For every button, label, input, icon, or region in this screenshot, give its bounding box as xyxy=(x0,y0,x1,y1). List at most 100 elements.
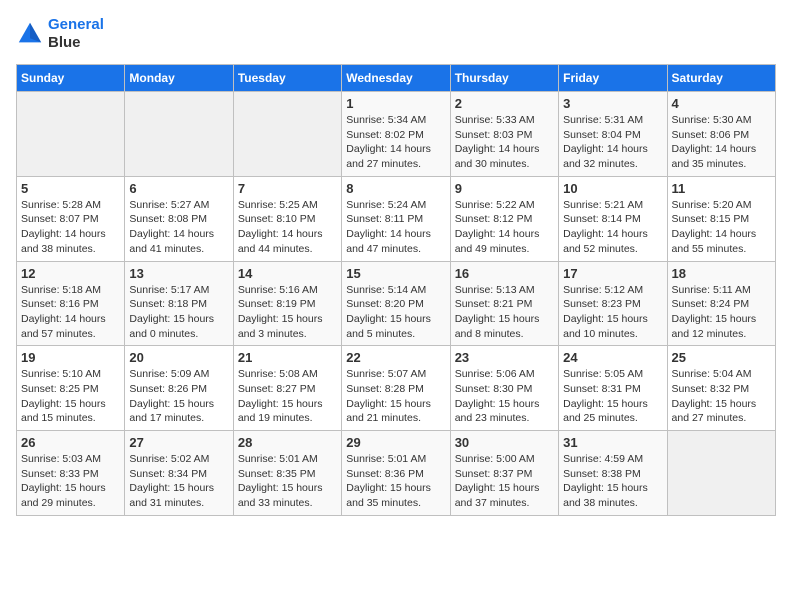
day-info: Sunrise: 5:04 AM Sunset: 8:32 PM Dayligh… xyxy=(672,367,771,426)
day-number: 3 xyxy=(563,96,662,111)
day-info: Sunrise: 5:33 AM Sunset: 8:03 PM Dayligh… xyxy=(455,113,554,172)
day-number: 28 xyxy=(238,435,337,450)
day-info: Sunrise: 5:25 AM Sunset: 8:10 PM Dayligh… xyxy=(238,198,337,257)
day-number: 27 xyxy=(129,435,228,450)
day-info: Sunrise: 5:06 AM Sunset: 8:30 PM Dayligh… xyxy=(455,367,554,426)
day-info: Sunrise: 5:07 AM Sunset: 8:28 PM Dayligh… xyxy=(346,367,445,426)
day-number: 19 xyxy=(21,350,120,365)
week-row-1: 1 Sunrise: 5:34 AM Sunset: 8:02 PM Daylig… xyxy=(17,92,776,177)
day-cell: 14 Sunrise: 5:16 AM Sunset: 8:19 PM Dayli… xyxy=(233,261,341,346)
day-info: Sunrise: 5:24 AM Sunset: 8:11 PM Dayligh… xyxy=(346,198,445,257)
page-header: General Blue xyxy=(16,16,776,52)
day-info: Sunrise: 5:17 AM Sunset: 8:18 PM Dayligh… xyxy=(129,283,228,342)
day-info: Sunrise: 5:21 AM Sunset: 8:14 PM Dayligh… xyxy=(563,198,662,257)
day-cell: 13 Sunrise: 5:17 AM Sunset: 8:18 PM Dayli… xyxy=(125,261,233,346)
day-cell: 31 Sunrise: 4:59 AM Sunset: 8:38 PM Dayli… xyxy=(559,431,667,516)
day-cell: 29 Sunrise: 5:01 AM Sunset: 8:36 PM Dayli… xyxy=(342,431,450,516)
week-row-3: 12 Sunrise: 5:18 AM Sunset: 8:16 PM Dayli… xyxy=(17,261,776,346)
day-number: 21 xyxy=(238,350,337,365)
week-row-2: 5Sunrise: 5:28 AM Sunset: 8:07 PM Daylig… xyxy=(17,176,776,261)
day-cell: 2 Sunrise: 5:33 AM Sunset: 8:03 PM Daylig… xyxy=(450,92,558,177)
logo: General Blue xyxy=(16,16,104,52)
day-number: 2 xyxy=(455,96,554,111)
day-info: Sunrise: 5:20 AM Sunset: 8:15 PM Dayligh… xyxy=(672,198,771,257)
day-number: 13 xyxy=(129,266,228,281)
day-number: 18 xyxy=(672,266,771,281)
day-number: 29 xyxy=(346,435,445,450)
week-row-4: 19Sunrise: 5:10 AM Sunset: 8:25 PM Dayli… xyxy=(17,346,776,431)
day-number: 4 xyxy=(672,96,771,111)
day-cell: 18 Sunrise: 5:11 AM Sunset: 8:24 PM Dayli… xyxy=(667,261,775,346)
day-number: 24 xyxy=(563,350,662,365)
day-info: Sunrise: 5:01 AM Sunset: 8:36 PM Dayligh… xyxy=(346,452,445,511)
day-cell: 15Sunrise: 5:14 AM Sunset: 8:20 PM Dayli… xyxy=(342,261,450,346)
day-number: 14 xyxy=(238,266,337,281)
calendar-table: SundayMondayTuesdayWednesdayThursdayFrid… xyxy=(16,64,776,516)
day-number: 7 xyxy=(238,181,337,196)
day-info: Sunrise: 5:03 AM Sunset: 8:33 PM Dayligh… xyxy=(21,452,120,511)
day-cell: 16Sunrise: 5:13 AM Sunset: 8:21 PM Dayli… xyxy=(450,261,558,346)
day-cell: 23 Sunrise: 5:06 AM Sunset: 8:30 PM Dayli… xyxy=(450,346,558,431)
day-info: Sunrise: 5:11 AM Sunset: 8:24 PM Dayligh… xyxy=(672,283,771,342)
day-cell: 19Sunrise: 5:10 AM Sunset: 8:25 PM Dayli… xyxy=(17,346,125,431)
day-number: 12 xyxy=(21,266,120,281)
day-number: 17 xyxy=(563,266,662,281)
day-cell: 9 Sunrise: 5:22 AM Sunset: 8:12 PM Daylig… xyxy=(450,176,558,261)
day-number: 11 xyxy=(672,181,771,196)
day-info: Sunrise: 5:18 AM Sunset: 8:16 PM Dayligh… xyxy=(21,283,120,342)
day-number: 10 xyxy=(563,181,662,196)
day-cell: 24 Sunrise: 5:05 AM Sunset: 8:31 PM Dayli… xyxy=(559,346,667,431)
day-number: 26 xyxy=(21,435,120,450)
day-info: Sunrise: 5:22 AM Sunset: 8:12 PM Dayligh… xyxy=(455,198,554,257)
day-info: Sunrise: 5:27 AM Sunset: 8:08 PM Dayligh… xyxy=(129,198,228,257)
day-cell: 17Sunrise: 5:12 AM Sunset: 8:23 PM Dayli… xyxy=(559,261,667,346)
day-cell: 27 Sunrise: 5:02 AM Sunset: 8:34 PM Dayli… xyxy=(125,431,233,516)
day-number: 20 xyxy=(129,350,228,365)
day-cell: 30Sunrise: 5:00 AM Sunset: 8:37 PM Dayli… xyxy=(450,431,558,516)
day-info: Sunrise: 5:30 AM Sunset: 8:06 PM Dayligh… xyxy=(672,113,771,172)
day-number: 16 xyxy=(455,266,554,281)
logo-icon xyxy=(16,20,44,48)
day-info: Sunrise: 5:31 AM Sunset: 8:04 PM Dayligh… xyxy=(563,113,662,172)
day-cell: 10 Sunrise: 5:21 AM Sunset: 8:14 PM Dayli… xyxy=(559,176,667,261)
week-row-5: 26 Sunrise: 5:03 AM Sunset: 8:33 PM Dayli… xyxy=(17,431,776,516)
day-number: 9 xyxy=(455,181,554,196)
day-number: 5 xyxy=(21,181,120,196)
weekday-header-row: SundayMondayTuesdayWednesdayThursdayFrid… xyxy=(17,65,776,92)
day-number: 8 xyxy=(346,181,445,196)
day-cell xyxy=(17,92,125,177)
day-number: 30 xyxy=(455,435,554,450)
day-cell: 25 Sunrise: 5:04 AM Sunset: 8:32 PM Dayli… xyxy=(667,346,775,431)
day-info: Sunrise: 5:16 AM Sunset: 8:19 PM Dayligh… xyxy=(238,283,337,342)
day-info: Sunrise: 5:05 AM Sunset: 8:31 PM Dayligh… xyxy=(563,367,662,426)
day-info: Sunrise: 4:59 AM Sunset: 8:38 PM Dayligh… xyxy=(563,452,662,511)
logo-text: General Blue xyxy=(48,16,104,52)
day-cell: 28 Sunrise: 5:01 AM Sunset: 8:35 PM Dayli… xyxy=(233,431,341,516)
day-number: 6 xyxy=(129,181,228,196)
day-cell: 22 Sunrise: 5:07 AM Sunset: 8:28 PM Dayli… xyxy=(342,346,450,431)
day-number: 22 xyxy=(346,350,445,365)
day-cell: 1 Sunrise: 5:34 AM Sunset: 8:02 PM Daylig… xyxy=(342,92,450,177)
day-cell: 8 Sunrise: 5:24 AM Sunset: 8:11 PM Daylig… xyxy=(342,176,450,261)
day-cell: 5Sunrise: 5:28 AM Sunset: 8:07 PM Daylig… xyxy=(17,176,125,261)
day-info: Sunrise: 5:08 AM Sunset: 8:27 PM Dayligh… xyxy=(238,367,337,426)
day-cell: 4 Sunrise: 5:30 AM Sunset: 8:06 PM Daylig… xyxy=(667,92,775,177)
day-number: 25 xyxy=(672,350,771,365)
day-cell: 11 Sunrise: 5:20 AM Sunset: 8:15 PM Dayli… xyxy=(667,176,775,261)
day-info: Sunrise: 5:02 AM Sunset: 8:34 PM Dayligh… xyxy=(129,452,228,511)
day-number: 23 xyxy=(455,350,554,365)
weekday-header-sunday: Sunday xyxy=(17,65,125,92)
day-cell xyxy=(667,431,775,516)
day-cell: 21 Sunrise: 5:08 AM Sunset: 8:27 PM Dayli… xyxy=(233,346,341,431)
day-number: 31 xyxy=(563,435,662,450)
day-info: Sunrise: 5:01 AM Sunset: 8:35 PM Dayligh… xyxy=(238,452,337,511)
weekday-header-friday: Friday xyxy=(559,65,667,92)
day-cell xyxy=(125,92,233,177)
day-number: 1 xyxy=(346,96,445,111)
weekday-header-saturday: Saturday xyxy=(667,65,775,92)
day-cell: 20Sunrise: 5:09 AM Sunset: 8:26 PM Dayli… xyxy=(125,346,233,431)
day-info: Sunrise: 5:34 AM Sunset: 8:02 PM Dayligh… xyxy=(346,113,445,172)
day-cell: 7 Sunrise: 5:25 AM Sunset: 8:10 PM Daylig… xyxy=(233,176,341,261)
day-cell: 12 Sunrise: 5:18 AM Sunset: 8:16 PM Dayli… xyxy=(17,261,125,346)
day-cell: 26 Sunrise: 5:03 AM Sunset: 8:33 PM Dayli… xyxy=(17,431,125,516)
